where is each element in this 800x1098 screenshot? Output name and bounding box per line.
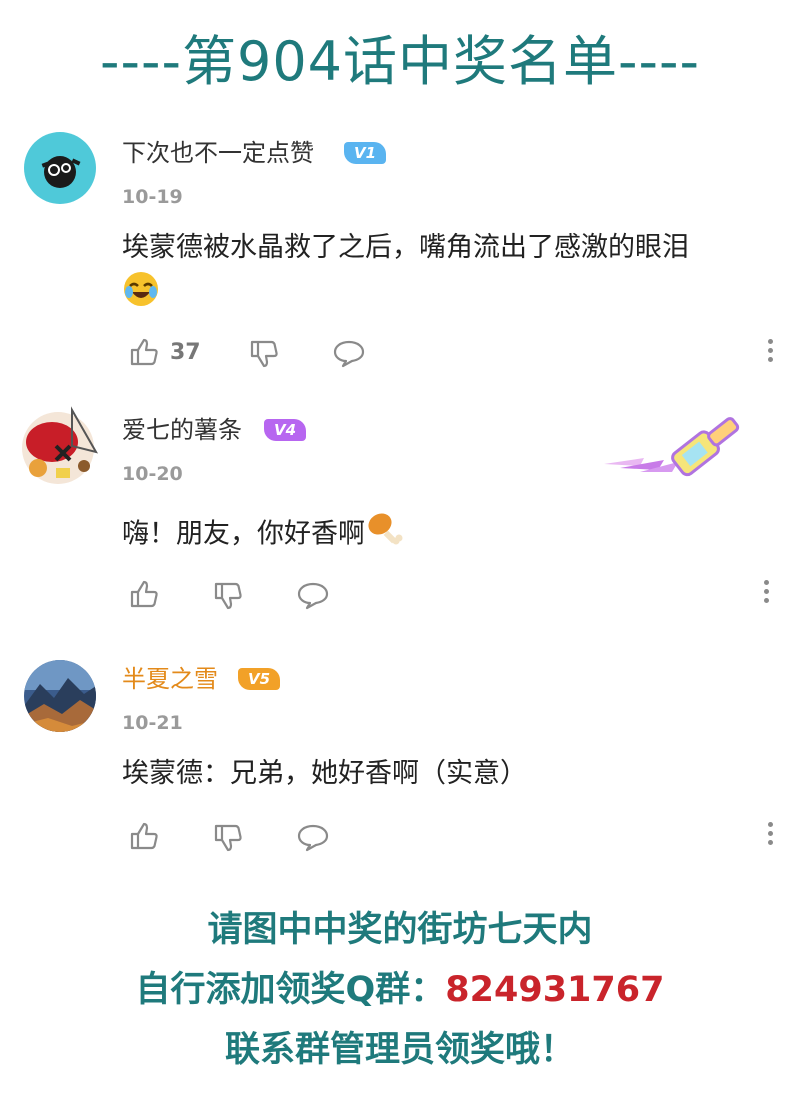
qq-group-number: 824931767 xyxy=(445,970,665,1010)
comment-bubble-icon xyxy=(333,340,365,368)
thumbs-down-icon xyxy=(214,582,242,610)
more-dot xyxy=(763,589,769,594)
comment-text: 埃蒙德：兄弟，她好香啊（实意） xyxy=(122,752,772,796)
dislike-button[interactable] xyxy=(248,338,280,370)
more-dot xyxy=(767,339,773,344)
like-button[interactable] xyxy=(128,820,160,852)
level-badge: V5 xyxy=(238,668,280,690)
username[interactable]: 半夏之雪 xyxy=(122,663,218,695)
more-dot xyxy=(767,840,773,845)
laughing-crying-emoji-icon xyxy=(122,270,160,322)
more-options-button[interactable] xyxy=(766,822,774,849)
comment-text: 嗨！朋友，你好香啊 xyxy=(122,509,772,561)
more-options-button[interactable] xyxy=(762,580,770,607)
comment-date: 10-21 xyxy=(122,712,183,734)
like-count: 37 xyxy=(170,339,201,365)
level-badge: V1 xyxy=(344,142,386,164)
username[interactable]: 下次也不一定点赞 xyxy=(122,137,314,169)
comment-text-body: 埃蒙德：兄弟，她好香啊（实意） xyxy=(122,758,527,789)
more-dot xyxy=(767,357,773,362)
more-dot xyxy=(767,822,773,827)
more-dot xyxy=(763,580,769,585)
drumstick-emoji-icon xyxy=(365,509,403,561)
username[interactable]: 爱七的薯条 xyxy=(122,414,242,446)
thumbs-up-icon xyxy=(130,338,158,366)
dislike-button[interactable] xyxy=(212,580,244,612)
level-badge: V4 xyxy=(264,419,306,441)
comment-date: 10-19 xyxy=(122,186,183,208)
footer-line-2: 自行添加领奖Q群：824931767 xyxy=(0,966,800,1014)
comment-text-body: 埃蒙德被水晶救了之后，嘴角流出了感激的眼泪 xyxy=(122,232,689,263)
comment-bubble-icon xyxy=(297,582,329,610)
avatar-image xyxy=(24,660,96,732)
avatar-image xyxy=(24,132,96,204)
like-button[interactable]: 37 xyxy=(128,336,201,368)
more-options-button[interactable] xyxy=(766,339,774,366)
more-dot xyxy=(763,598,769,603)
more-dot xyxy=(767,348,773,353)
footer-line-1: 请图中中奖的街坊七天内 xyxy=(207,910,593,950)
reply-button[interactable] xyxy=(332,338,366,370)
avatar[interactable] xyxy=(24,132,96,204)
more-dot xyxy=(767,831,773,836)
thumbs-down-icon xyxy=(214,824,242,852)
paintbrush-sticker-icon xyxy=(600,406,744,482)
reply-button[interactable] xyxy=(296,580,330,612)
page-title: ----第904话中奖名单---- xyxy=(100,30,700,93)
comment-text: 埃蒙德被水晶救了之后，嘴角流出了感激的眼泪 xyxy=(122,226,772,322)
like-button[interactable] xyxy=(128,578,160,610)
thumbs-down-icon xyxy=(250,340,278,368)
avatar-image xyxy=(22,406,99,484)
avatar[interactable] xyxy=(12,402,104,494)
footer-qq-label: 自行添加领奖Q群： xyxy=(135,970,446,1010)
thumbs-up-icon xyxy=(130,580,158,608)
comment-date: 10-20 xyxy=(122,463,183,485)
thumbs-up-icon xyxy=(130,822,158,850)
comment-text-body: 嗨！朋友，你好香啊 xyxy=(122,518,365,550)
avatar[interactable] xyxy=(24,660,96,732)
dislike-button[interactable] xyxy=(212,822,244,854)
reply-button[interactable] xyxy=(296,822,330,854)
footer-line-3: 联系群管理员领奖哦！ xyxy=(224,1030,575,1070)
comment-bubble-icon xyxy=(297,824,329,852)
